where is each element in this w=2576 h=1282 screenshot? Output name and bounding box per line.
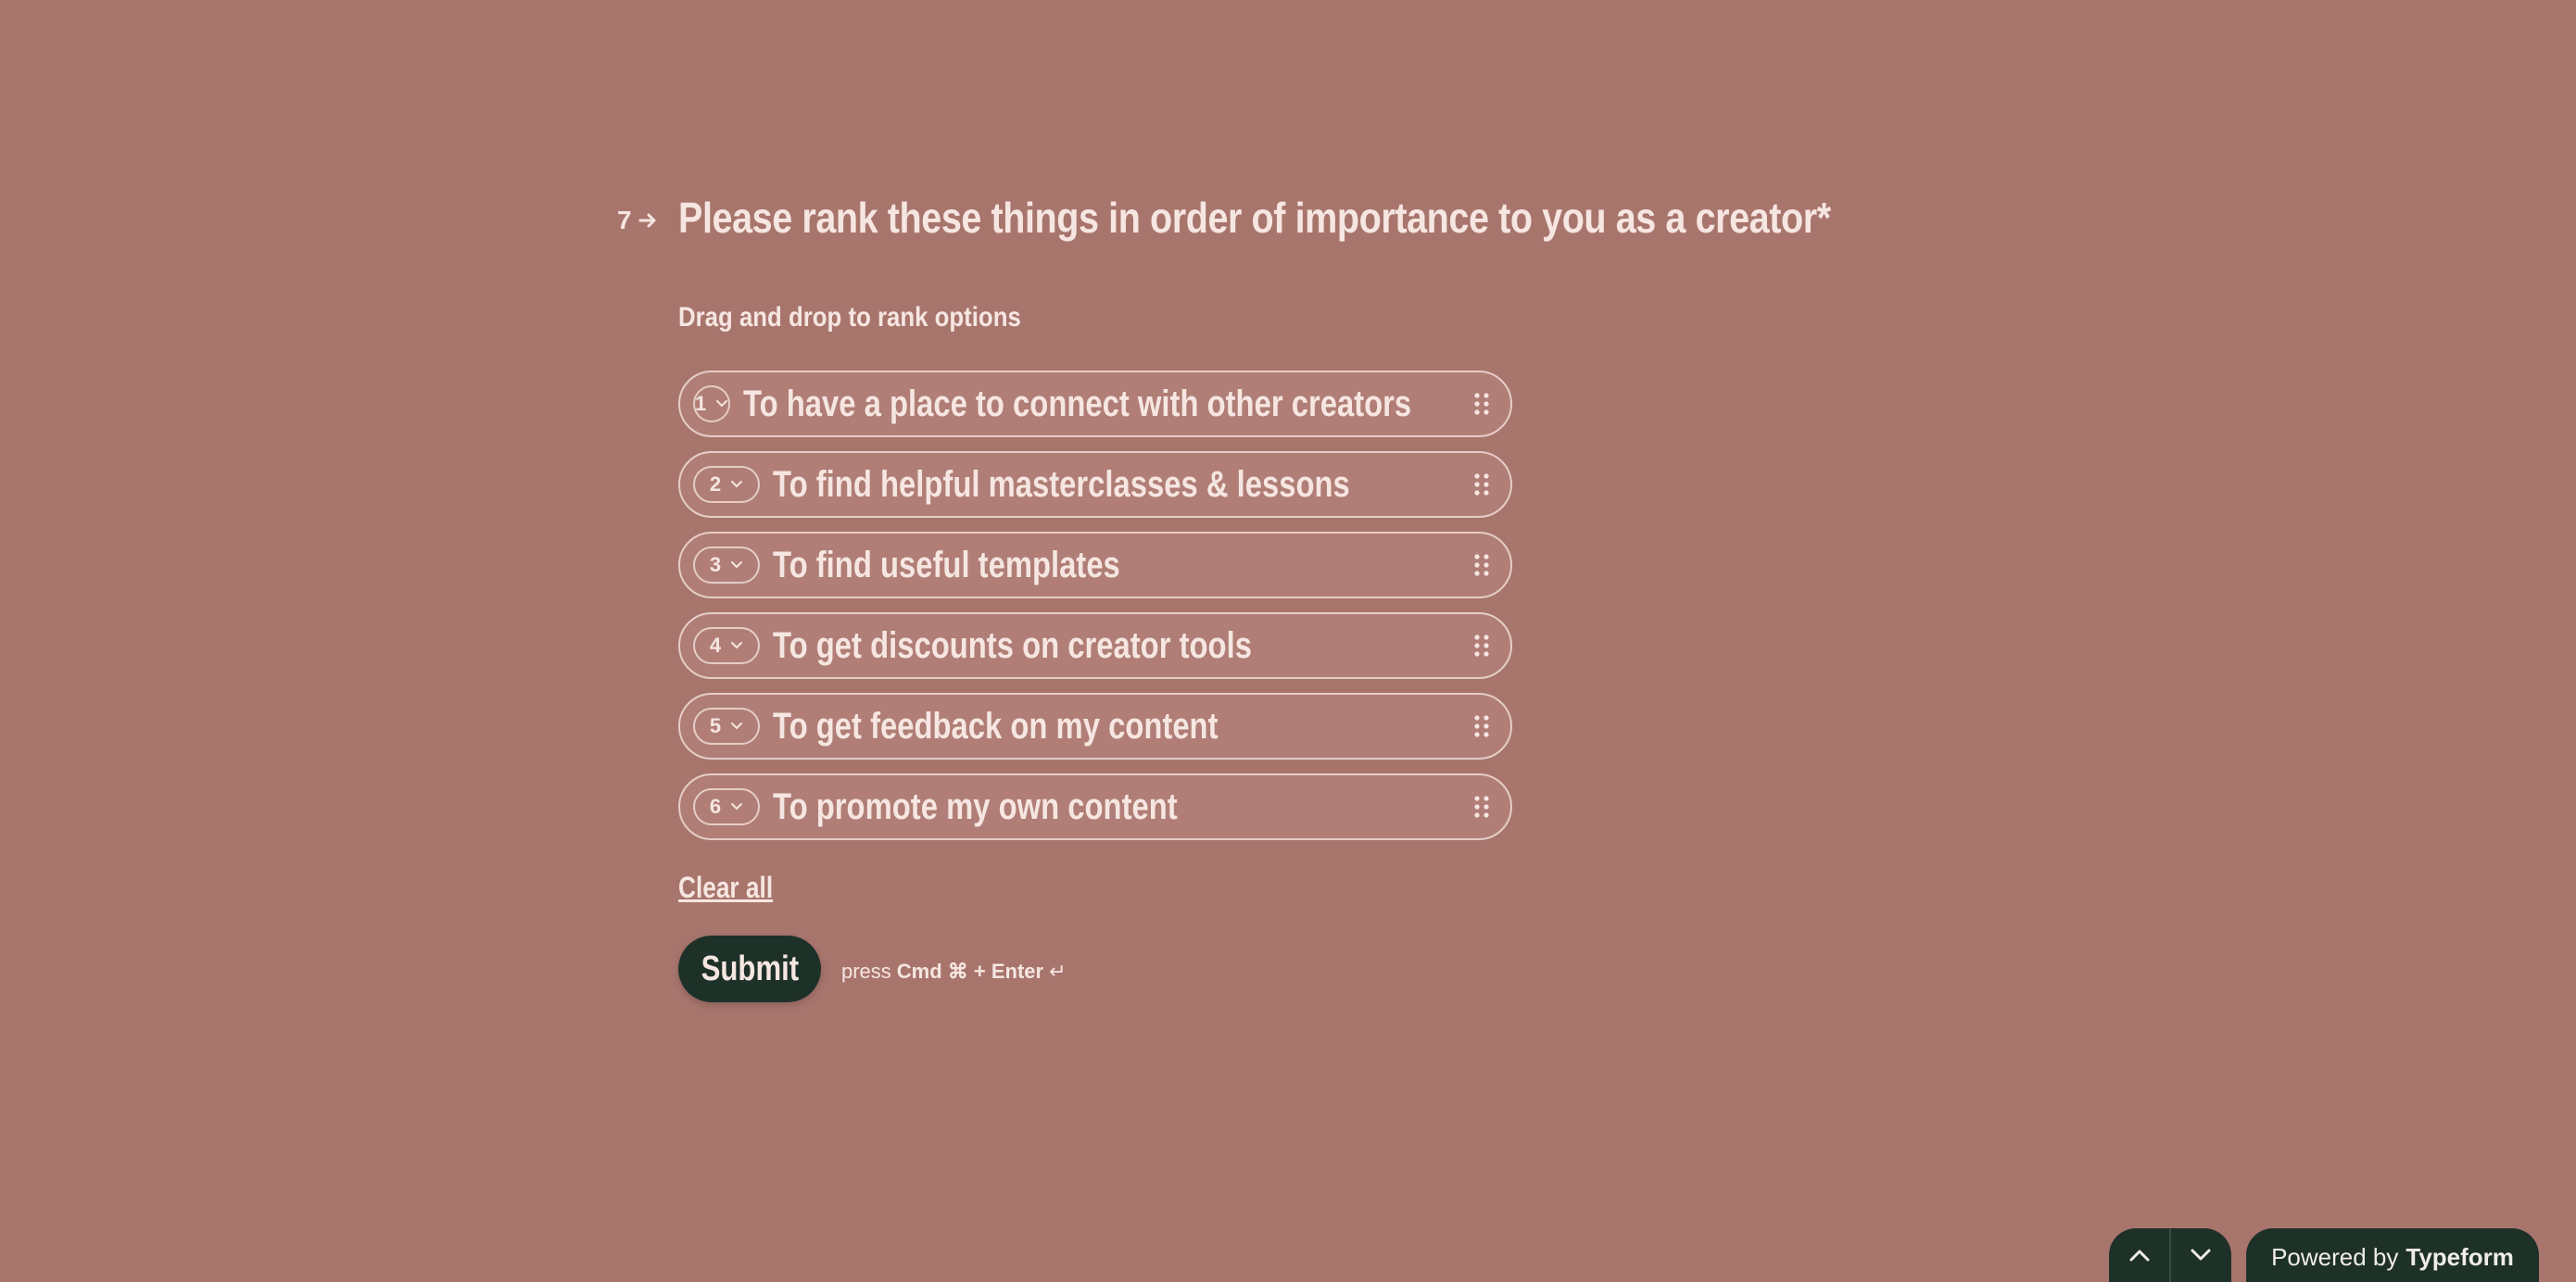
chevron-up-icon [2128,1248,2151,1263]
powered-by-typeform-badge[interactable]: Powered by Typeform [2246,1228,2539,1282]
next-question-button[interactable] [2171,1228,2231,1282]
drag-handle-icon[interactable] [1473,472,1490,496]
drag-handle-icon[interactable] [1473,553,1490,577]
hint-press-text: press [841,960,891,983]
rank-number: 4 [709,634,722,657]
question-navigation [2109,1228,2231,1282]
enter-icon: ↵ [1049,960,1067,983]
chevron-down-icon [730,802,743,811]
ranking-option-label: To get feedback on my content [773,705,1219,747]
chevron-down-icon [730,722,743,731]
ranking-option[interactable]: 5 To get feedback on my content [678,693,1512,760]
rank-number: 1 [695,392,707,415]
ranking-option-label: To have a place to connect with other cr… [743,383,1412,424]
rank-dropdown[interactable]: 4 [693,627,760,664]
drag-handle-icon[interactable] [1473,795,1490,819]
rank-number: 2 [709,472,722,496]
rank-number: 3 [709,553,722,576]
ranking-option-label: To promote my own content [773,786,1178,827]
question-title: Please rank these things in order of imp… [678,194,1831,242]
rank-dropdown[interactable]: 6 [693,788,760,825]
ranking-option-label: To find helpful masterclasses & lessons [773,463,1350,505]
chevron-down-icon [730,641,743,650]
drag-handle-icon[interactable] [1473,714,1490,738]
typeform-page: 7 Please rank these things in order of i… [0,0,2576,1282]
ranking-option[interactable]: 4 To get discounts on creator tools [678,612,1512,679]
question-number-text: 7 [617,206,632,234]
rank-dropdown[interactable]: 2 [693,466,760,503]
rank-number: 5 [709,714,722,737]
chevron-down-icon [2190,1248,2212,1263]
drag-handle-icon[interactable] [1473,392,1490,416]
rank-dropdown[interactable]: 1 [693,385,731,422]
submit-button-label: Submit [701,949,799,988]
arrow-right-icon [638,210,658,231]
powered-by-text: Powered by [2271,1242,2399,1271]
chevron-down-icon [730,480,743,489]
ranking-option-label: To get discounts on creator tools [773,624,1252,666]
rank-dropdown[interactable]: 5 [693,708,760,745]
rank-number: 6 [709,795,722,818]
drag-handle-icon[interactable] [1473,634,1490,658]
submit-button[interactable]: Submit [678,936,821,1002]
rank-dropdown[interactable]: 3 [693,547,760,584]
ranking-option[interactable]: 3 To find useful templates [678,532,1512,598]
ranking-option-label: To find useful templates [773,544,1120,585]
chevron-down-icon [715,399,728,408]
ranking-options-list: 1 To have a place to connect with other … [678,371,1512,854]
hint-keys-text: Cmd ⌘ + Enter [896,960,1044,983]
ranking-option[interactable]: 2 To find helpful masterclasses & lesson… [678,451,1512,518]
ranking-option[interactable]: 6 To promote my own content [678,773,1512,840]
previous-question-button[interactable] [2109,1228,2169,1282]
ranking-option[interactable]: 1 To have a place to connect with other … [678,371,1512,437]
chevron-down-icon [730,560,743,570]
keyboard-hint: press Cmd ⌘ + Enter ↵ [841,960,1067,984]
typeform-brand-text: Typeform [2406,1242,2514,1271]
question-number: 7 [617,206,658,235]
question-instruction: Drag and drop to rank options [678,302,1021,333]
clear-all-link[interactable]: Clear all [678,871,773,905]
